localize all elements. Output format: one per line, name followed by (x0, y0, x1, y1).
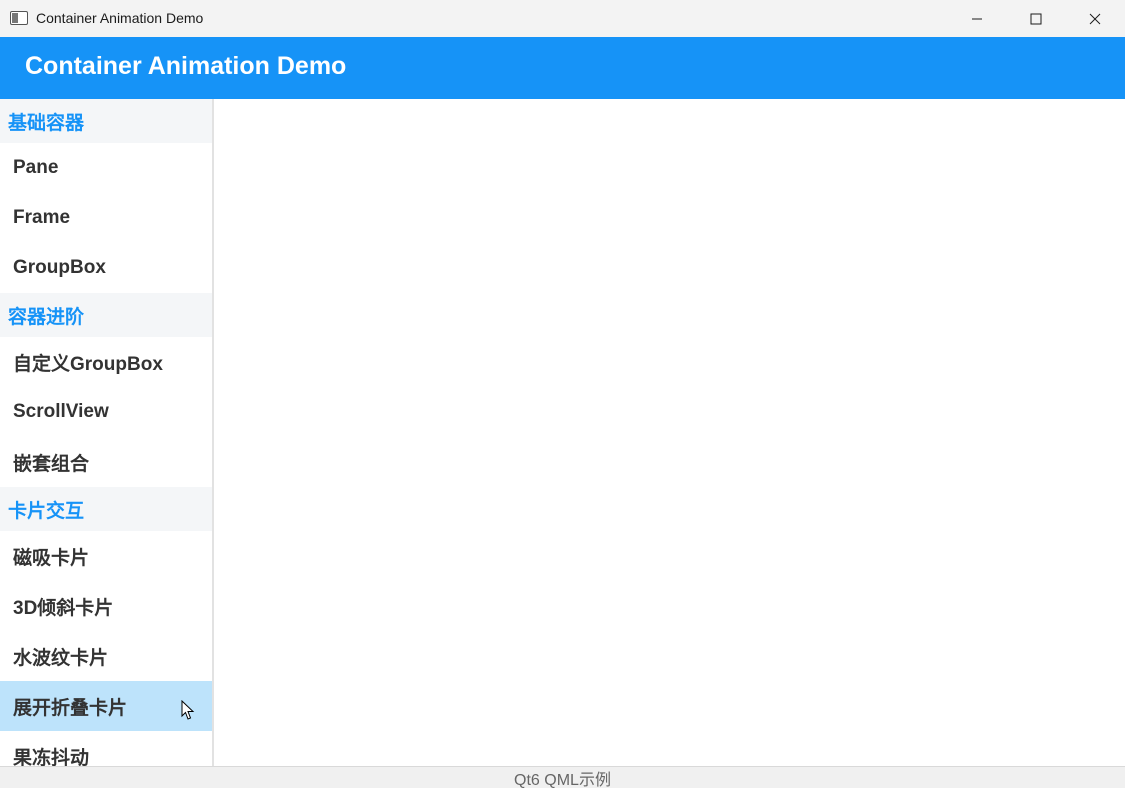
nav-item-3d-tilt-card[interactable]: 3D倾斜卡片 (0, 581, 212, 631)
nav-item-expand-collapse-card[interactable]: 展开折叠卡片 (0, 681, 212, 731)
content-area (214, 99, 1125, 766)
nav-item-groupbox[interactable]: GroupBox (0, 243, 212, 293)
minimize-button[interactable] (948, 0, 1006, 37)
minimize-icon (972, 18, 982, 19)
section-header-basic: 基础容器 (0, 99, 212, 143)
nav-item-pane[interactable]: Pane (0, 143, 212, 193)
nav-item-ripple-card[interactable]: 水波纹卡片 (0, 631, 212, 681)
nav-item-frame[interactable]: Frame (0, 193, 212, 243)
maximize-button[interactable] (1007, 0, 1065, 37)
mouse-cursor-icon (181, 700, 195, 720)
status-footer: Qt6 QML示例 (0, 766, 1125, 788)
nav-item-label: 展开折叠卡片 (13, 697, 128, 719)
window-title: Container Animation Demo (36, 10, 204, 26)
app-icon (10, 11, 28, 25)
nav-item-magnetic-card[interactable]: 磁吸卡片 (0, 531, 212, 581)
nav-item-scrollview[interactable]: ScrollView (0, 387, 212, 437)
sidebar-nav: 基础容器 Pane Frame GroupBox 容器进阶 自定义GroupBo… (0, 99, 212, 766)
maximize-icon (1030, 13, 1042, 24)
footer-text: Qt6 QML示例 (514, 771, 611, 788)
close-icon (1089, 13, 1101, 24)
nav-item-custom-groupbox[interactable]: 自定义GroupBox (0, 337, 212, 387)
section-header-advanced: 容器进阶 (0, 293, 212, 337)
app-header: Container Animation Demo (0, 37, 1125, 99)
title-bar: Container Animation Demo (0, 0, 1125, 37)
nav-item-nested[interactable]: 嵌套组合 (0, 437, 212, 487)
section-header-cards: 卡片交互 (0, 487, 212, 531)
app-window: Container Animation Demo Container Anima… (0, 0, 1125, 788)
close-button[interactable] (1066, 0, 1124, 37)
header-title: Container Animation Demo (25, 52, 347, 80)
nav-item-jelly-shake[interactable]: 果冻抖动 (0, 731, 212, 767)
